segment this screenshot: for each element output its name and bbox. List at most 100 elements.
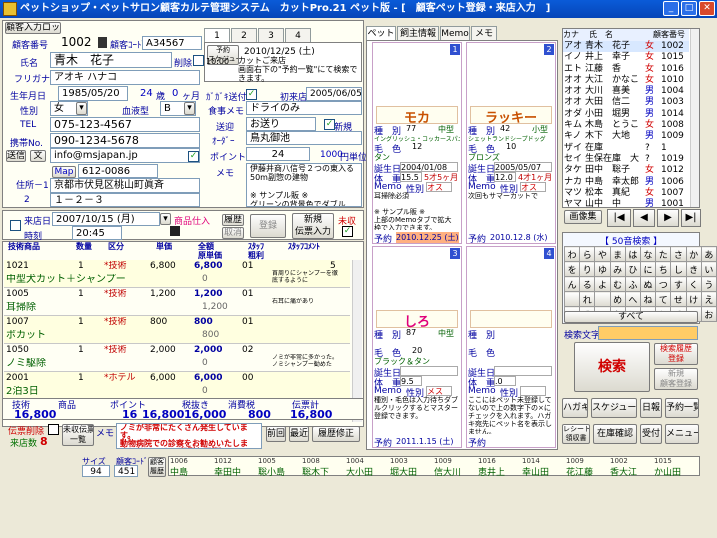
history-name[interactable]: 幸山田 (522, 465, 549, 478)
pet-birth-field[interactable] (400, 366, 458, 376)
customer-list-item[interactable]: キム 木島 とうこ女 1008 (563, 120, 689, 131)
search-button[interactable]: 検索 (574, 342, 650, 392)
pet-sex-select[interactable]: メス (426, 386, 452, 396)
tel-field[interactable]: 075-123-4567 (50, 117, 200, 132)
pet-number[interactable]: 4 (544, 248, 554, 259)
new-slip-button[interactable]: 新規 伝票入力 (292, 213, 334, 239)
image-gallery-button[interactable]: 画像集 (564, 210, 602, 224)
kana-key[interactable]: に (639, 261, 657, 277)
history-name[interactable]: 香大江 (610, 465, 637, 478)
new-checkbox[interactable]: ✓ (324, 119, 335, 130)
customer-list-item[interactable]: エト 江藤 香 女 1016 (563, 64, 689, 75)
kana-key[interactable]: ら (579, 246, 596, 262)
history-button[interactable]: 履歴 (222, 214, 244, 226)
kana-key[interactable]: ふ (624, 276, 641, 292)
register-button[interactable]: 登録 (250, 214, 286, 238)
kana-key[interactable]: ん (563, 276, 581, 292)
slip-delete-checkbox[interactable] (48, 424, 59, 435)
history-name[interactable]: 堀大田 (390, 465, 417, 478)
kana-key[interactable]: ち (655, 261, 672, 277)
kana-key[interactable]: れ (579, 291, 596, 307)
slip-memo-field[interactable]: ノミが非常にたくさん発生しています。 動物病院での診察をお勧めいたします。（レシ… (116, 423, 262, 449)
line-item-staff[interactable]: 02 (242, 345, 253, 356)
pet-name-field[interactable]: モカ (376, 106, 458, 126)
line-item-staff[interactable]: 01 (242, 317, 253, 328)
kana-key[interactable]: り (579, 261, 596, 277)
first-visit-field[interactable]: 2005/06/05 (306, 87, 362, 101)
kana-key[interactable]: え (700, 291, 717, 307)
kana-key[interactable]: る (579, 276, 596, 292)
line-item-qty[interactable]: 1 (78, 261, 84, 272)
visit-date-field[interactable]: 2007/10/15 (月) (52, 212, 160, 226)
line-item-comment[interactable] (272, 326, 342, 342)
lock-icon[interactable] (98, 37, 107, 48)
kana-key[interactable]: や (594, 246, 611, 262)
schedule-tab-4[interactable]: 4 (285, 28, 311, 42)
kana-key[interactable]: め (609, 291, 626, 307)
line-item-code[interactable]: 1021 (6, 261, 29, 272)
customer-list-item[interactable]: タケ 田中 聡子 女 1012 (563, 165, 689, 176)
kana-key[interactable]: く (685, 276, 702, 292)
kana-key[interactable]: ま (609, 246, 626, 262)
pet-sex-select[interactable]: オス (426, 182, 452, 192)
name-field[interactable]: 青木 花子 (50, 52, 172, 68)
kana-key[interactable]: た (655, 246, 672, 262)
stock-check-button[interactable]: 在庫確認 (593, 424, 637, 444)
mail-send-button[interactable]: 送信 (6, 150, 26, 162)
kana-key[interactable]: あ (700, 246, 717, 262)
pet-memo-field[interactable]: 耳掃除必須 ※ サンプル販 ※ 上部のMemoタブで拡大 枠で入力できます。 (374, 192, 460, 230)
customer-code-field[interactable]: A34567 (142, 36, 202, 50)
previous-record-button[interactable]: ◀ (633, 209, 655, 227)
pet-weight-field[interactable]: .0 (494, 376, 516, 386)
customer-list-item[interactable]: イノ 井上 幸子 女 1015 (563, 52, 689, 63)
kana-key[interactable]: い (700, 261, 717, 277)
customer-list-item[interactable]: キノ 木下 大地 男 1009 (563, 131, 689, 142)
pet-kind-no[interactable]: 42 (500, 124, 510, 133)
menu-button[interactable]: メニュー (665, 424, 699, 444)
pet-sex-select[interactable]: オス (520, 182, 546, 192)
last-record-button[interactable]: ▶| (681, 209, 701, 227)
order-field[interactable]: 鳥丸御池 (246, 131, 362, 145)
email-checkbox[interactable]: ✓ (188, 151, 199, 162)
tab-owner[interactable]: 飼主情報 (397, 26, 439, 40)
line-item-comment[interactable]: ノミが非常に多かった。ノミシャンプー勧めた (272, 354, 342, 370)
customer-list-item[interactable]: アオ 青木 花子 女 1002 (563, 41, 689, 53)
mobile-field[interactable]: 090-1234-5678 (50, 133, 200, 148)
history-fix-button[interactable]: 履歴修正 (312, 426, 360, 442)
kana-key[interactable]: み (609, 261, 626, 277)
kana-key[interactable]: ね (639, 291, 657, 307)
search-history-button[interactable]: 検索履歴 登録 (654, 343, 698, 365)
kana-key[interactable]: ひ (624, 261, 641, 277)
postcard-button[interactable]: ハガキ (562, 398, 588, 418)
pet-name-field[interactable]: ラッキー (470, 106, 552, 126)
kana-key[interactable]: う (700, 276, 717, 292)
schedule-list-button[interactable]: スケジュール (591, 398, 637, 418)
table-row[interactable]: 1050 1 *技術 2,000 2,000 02 ノミ駆除 0 ノミが非常に多かった。ノミシャ… (4, 344, 350, 372)
pet-memo-field[interactable]: 次回もサマーカットで (468, 192, 554, 230)
kana-key[interactable]: へ (624, 291, 641, 307)
kana-key[interactable]: ゆ (594, 261, 611, 277)
pet-name-field[interactable]: しろ (376, 310, 458, 330)
pet-color-no[interactable]: 10 (506, 142, 516, 151)
visit-checkbox[interactable] (10, 220, 21, 231)
point-field[interactable]: 24 (246, 147, 310, 161)
kana-all-button[interactable]: すべて (564, 311, 698, 323)
pet-weight-field[interactable]: 12.0 (494, 172, 516, 182)
food-field[interactable]: ドライのみ (246, 101, 362, 115)
line-item-comment[interactable]: 首周りにシャンプーを徹底するように (272, 270, 342, 286)
zip-field[interactable]: 612-0086 (78, 164, 158, 178)
pet-kind-no[interactable]: 77 (406, 124, 416, 133)
customer-list-item[interactable]: オオ 大川 喜美 男 1004 (563, 86, 689, 97)
schedule-tab-2[interactable]: 2 (231, 28, 257, 42)
table-row[interactable]: 1005 1 *技術 1,200 1,200 01 耳掃除 1,200 右耳に痛があり (4, 288, 350, 316)
kana-key[interactable]: け (685, 291, 702, 307)
chevron-down-icon[interactable]: ▾ (76, 102, 87, 115)
maximize-button[interactable]: □ (681, 1, 697, 16)
delete-checkbox[interactable] (193, 55, 204, 66)
kana-key[interactable]: お (700, 306, 717, 322)
line-item-qty[interactable]: 1 (78, 289, 84, 300)
history-name[interactable]: か山田 (654, 465, 681, 478)
kana-key[interactable]: よ (594, 276, 611, 292)
first-record-button[interactable]: |◀ (607, 209, 631, 227)
kana-key[interactable]: つ (655, 276, 672, 292)
